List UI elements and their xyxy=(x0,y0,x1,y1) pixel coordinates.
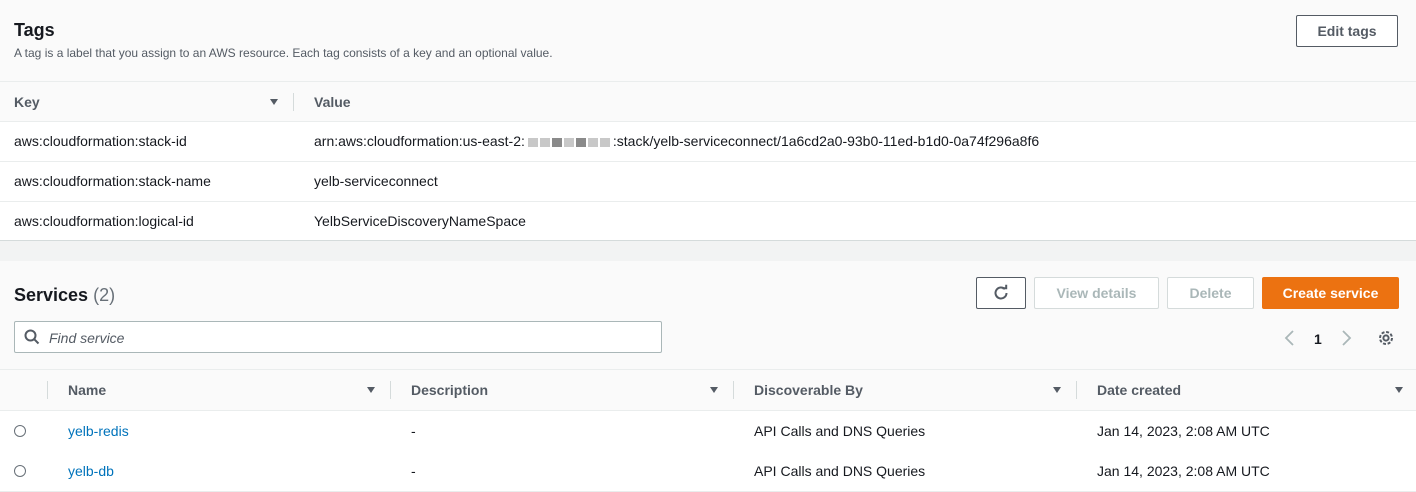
chevron-right-icon[interactable] xyxy=(1339,329,1353,347)
tag-value-prefix: arn:aws:cloudformation:us-east-2: xyxy=(314,133,525,149)
row-radio-button[interactable] xyxy=(14,465,26,477)
tag-value: YelbServiceDiscoveryNameSpace xyxy=(314,213,526,229)
description-column-header[interactable]: Description xyxy=(411,382,488,398)
redacted-account-id xyxy=(525,133,613,149)
date-created-column-header[interactable]: Date created xyxy=(1097,382,1181,398)
key-column-header[interactable]: Key xyxy=(14,94,40,110)
service-description: - xyxy=(411,423,416,439)
search-icon xyxy=(24,329,40,345)
column-divider[interactable] xyxy=(293,93,294,111)
panel-gap xyxy=(0,241,1416,261)
tag-value: yelb-serviceconnect xyxy=(314,173,438,189)
sort-down-icon[interactable] xyxy=(270,99,278,105)
service-name-link[interactable]: yelb-redis xyxy=(68,423,129,439)
refresh-icon xyxy=(994,284,1008,300)
discoverable-by-column-header[interactable]: Discoverable By xyxy=(754,382,863,398)
sort-down-icon[interactable] xyxy=(710,387,718,393)
row-radio-button[interactable] xyxy=(14,425,26,437)
services-count: (2) xyxy=(93,285,116,305)
sort-down-icon[interactable] xyxy=(1395,387,1403,393)
tag-key: aws:cloudformation:stack-name xyxy=(14,173,211,189)
column-divider[interactable] xyxy=(733,381,734,399)
delete-button[interactable]: Delete xyxy=(1167,277,1254,309)
services-panel: Services (2) View details Delete Create … xyxy=(0,261,1416,492)
tag-row: aws:cloudformation:logical-id YelbServic… xyxy=(0,201,1416,241)
tags-panel: Tags A tag is a label that you assign to… xyxy=(0,0,1416,241)
tag-value-suffix: :stack/yelb-serviceconnect/1a6cd2a0-93b0… xyxy=(612,133,1040,149)
services-header: Services (2) View details Delete Create … xyxy=(0,261,1416,369)
value-column-header: Value xyxy=(314,94,351,110)
settings-gear-icon[interactable] xyxy=(1377,329,1395,347)
services-title-text: Services xyxy=(14,285,89,305)
tag-key: aws:cloudformation:logical-id xyxy=(14,213,194,229)
service-date-created: Jan 14, 2023, 2:08 AM UTC xyxy=(1097,463,1270,479)
table-row[interactable]: yelb-redis - API Calls and DNS Queries J… xyxy=(0,411,1416,452)
name-column-header[interactable]: Name xyxy=(68,382,106,398)
tag-row: aws:cloudformation:stack-id arn:aws:clou… xyxy=(0,121,1416,162)
tags-description: A tag is a label that you assign to an A… xyxy=(14,46,553,60)
service-discoverable-by: API Calls and DNS Queries xyxy=(754,463,926,479)
column-divider[interactable] xyxy=(390,381,391,399)
chevron-left-icon[interactable] xyxy=(1283,329,1297,347)
create-service-button[interactable]: Create service xyxy=(1262,277,1399,309)
column-divider xyxy=(47,381,48,399)
service-description: - xyxy=(411,463,416,479)
sort-down-icon[interactable] xyxy=(1053,387,1061,393)
tag-value: arn:aws:cloudformation:us-east-2: :stack/… xyxy=(314,133,1039,149)
column-divider[interactable] xyxy=(1076,381,1077,399)
find-service-input[interactable] xyxy=(47,327,651,349)
service-discoverable-by: API Calls and DNS Queries xyxy=(754,423,926,439)
sort-down-icon[interactable] xyxy=(367,387,375,393)
tag-key: aws:cloudformation:stack-id xyxy=(14,133,187,149)
services-table-header: Name Description Discoverable By Date cr… xyxy=(0,369,1416,411)
service-date-created: Jan 14, 2023, 2:08 AM UTC xyxy=(1097,423,1270,439)
edit-tags-button[interactable]: Edit tags xyxy=(1296,15,1398,47)
tags-header: Tags A tag is a label that you assign to… xyxy=(0,0,1416,82)
tags-table-header: Key Value xyxy=(0,82,1416,122)
refresh-button[interactable] xyxy=(976,277,1026,309)
tag-row: aws:cloudformation:stack-name yelb-servi… xyxy=(0,161,1416,202)
search-box[interactable] xyxy=(14,321,662,353)
service-name-link[interactable]: yelb-db xyxy=(68,463,114,479)
view-details-button[interactable]: View details xyxy=(1034,277,1159,309)
page-number[interactable]: 1 xyxy=(1314,331,1322,347)
services-title: Services (2) xyxy=(14,285,115,306)
tags-title: Tags xyxy=(14,20,55,40)
